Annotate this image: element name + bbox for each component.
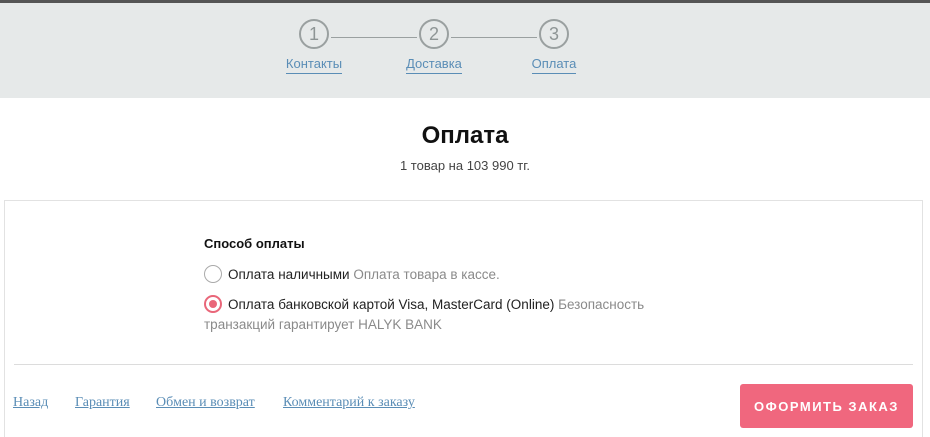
payment-option-card[interactable]: Оплата банковской картой Visa, MasterCar… [204, 295, 684, 335]
option-label: Оплата банковской картой Visa, MasterCar… [228, 297, 555, 312]
exchange-return-link[interactable]: Обмен и возврат [156, 395, 255, 411]
order-summary: 1 товар на 103 990 тг. [399, 158, 531, 173]
step-label-contacts[interactable]: Контакты [285, 56, 343, 74]
step-payment[interactable]: 3 Оплата [514, 19, 594, 74]
page-title: Оплата [421, 122, 509, 149]
option-description: Оплата товара в кассе. [353, 267, 500, 282]
divider [14, 364, 913, 365]
step-label-delivery[interactable]: Доставка [406, 56, 462, 74]
step-label-payment[interactable]: Оплата [531, 56, 577, 74]
radio-cash[interactable] [204, 265, 222, 283]
step-delivery[interactable]: 2 Доставка [394, 19, 474, 74]
step-number: 2 [419, 19, 449, 49]
checkout-stepper: 1 Контакты 2 Доставка 3 Оплата [0, 0, 930, 98]
order-comment-link[interactable]: Комментарий к заказу [283, 395, 415, 411]
payment-option-cash[interactable]: Оплата наличными Оплата товара в кассе. [204, 265, 684, 285]
step-number: 3 [539, 19, 569, 49]
step-number: 1 [299, 19, 329, 49]
back-link[interactable]: Назад [13, 395, 48, 411]
payment-method-heading: Способ оплаты [204, 236, 305, 251]
warranty-link[interactable]: Гарантия [75, 395, 130, 411]
option-label: Оплата наличными [228, 267, 350, 282]
place-order-button[interactable]: ОФОРМИТЬ ЗАКАЗ [740, 384, 913, 428]
radio-card[interactable] [204, 295, 222, 313]
step-contacts[interactable]: 1 Контакты [274, 19, 354, 74]
